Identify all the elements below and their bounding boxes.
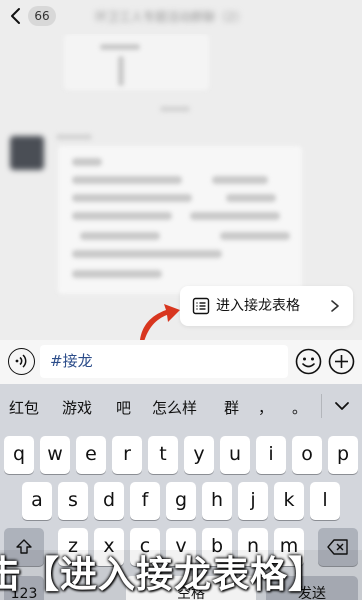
candidate-bar: 红包 游戏 吧 怎么样 群 ， 。	[0, 384, 362, 428]
key-j[interactable]: j	[238, 482, 268, 520]
key-f[interactable]: f	[130, 482, 160, 520]
shared-card-message[interactable]	[64, 34, 209, 90]
key-i[interactable]: i	[256, 436, 286, 474]
key-u[interactable]: u	[220, 436, 250, 474]
key-h[interactable]: h	[202, 482, 232, 520]
voice-input-button[interactable]	[8, 348, 35, 375]
key-a[interactable]: a	[22, 482, 52, 520]
sheet-list-icon	[192, 297, 210, 315]
key-g[interactable]: g	[166, 482, 196, 520]
candidate-word[interactable]: 游戏	[62, 397, 92, 418]
key-p[interactable]: p	[328, 436, 358, 474]
message-text-input[interactable]: #接龙	[40, 345, 288, 378]
expand-candidates-chevron-icon[interactable]	[332, 396, 352, 416]
chevron-right-icon	[331, 300, 339, 312]
key-e[interactable]: e	[76, 436, 106, 474]
key-r[interactable]: r	[112, 436, 142, 474]
candidate-word[interactable]: 群	[224, 397, 239, 418]
tutorial-pointer-arrow-icon	[140, 304, 180, 342]
back-chevron-icon[interactable]	[6, 6, 26, 26]
blurred-sender-name	[56, 134, 92, 140]
key-q[interactable]: q	[4, 436, 34, 474]
blurred-text	[118, 56, 124, 86]
key-d[interactable]: d	[94, 482, 124, 520]
voice-icon	[15, 354, 27, 368]
navigation-bar: 66 环卫工人专题活动群聊（2）	[0, 0, 362, 34]
key-k[interactable]: k	[274, 482, 304, 520]
key-l[interactable]: l	[310, 482, 340, 520]
enter-solitaire-sheet-popup[interactable]: 进入接龙表格	[180, 286, 353, 326]
plus-icon[interactable]	[328, 348, 355, 375]
candidate-word[interactable]: 怎么样	[152, 397, 197, 418]
key-s[interactable]: s	[58, 482, 88, 520]
candidate-word[interactable]: 红包	[9, 397, 39, 418]
key-o[interactable]: o	[292, 436, 322, 474]
candidate-word[interactable]: ，	[258, 397, 273, 418]
candidate-word[interactable]: 。	[292, 397, 307, 418]
candidate-word[interactable]: 吧	[116, 397, 131, 418]
key-t[interactable]: t	[148, 436, 178, 474]
chat-title: 环卫工人专题活动群聊（2）	[95, 10, 247, 24]
blurred-timestamp	[160, 106, 190, 112]
popup-label: 进入接龙表格	[216, 298, 300, 314]
key-y[interactable]: y	[184, 436, 214, 474]
key-w[interactable]: w	[40, 436, 70, 474]
candidate-divider	[321, 394, 322, 418]
emoji-icon[interactable]	[295, 348, 322, 375]
message-input-bar: #接龙	[0, 340, 362, 384]
unread-count-badge[interactable]: 66	[28, 6, 56, 26]
caption-text: 击【进入接龙表格】	[0, 553, 326, 596]
tutorial-caption: 击【进入接龙表格】	[0, 550, 362, 600]
blurred-text	[100, 44, 140, 50]
sender-avatar[interactable]	[10, 136, 44, 170]
